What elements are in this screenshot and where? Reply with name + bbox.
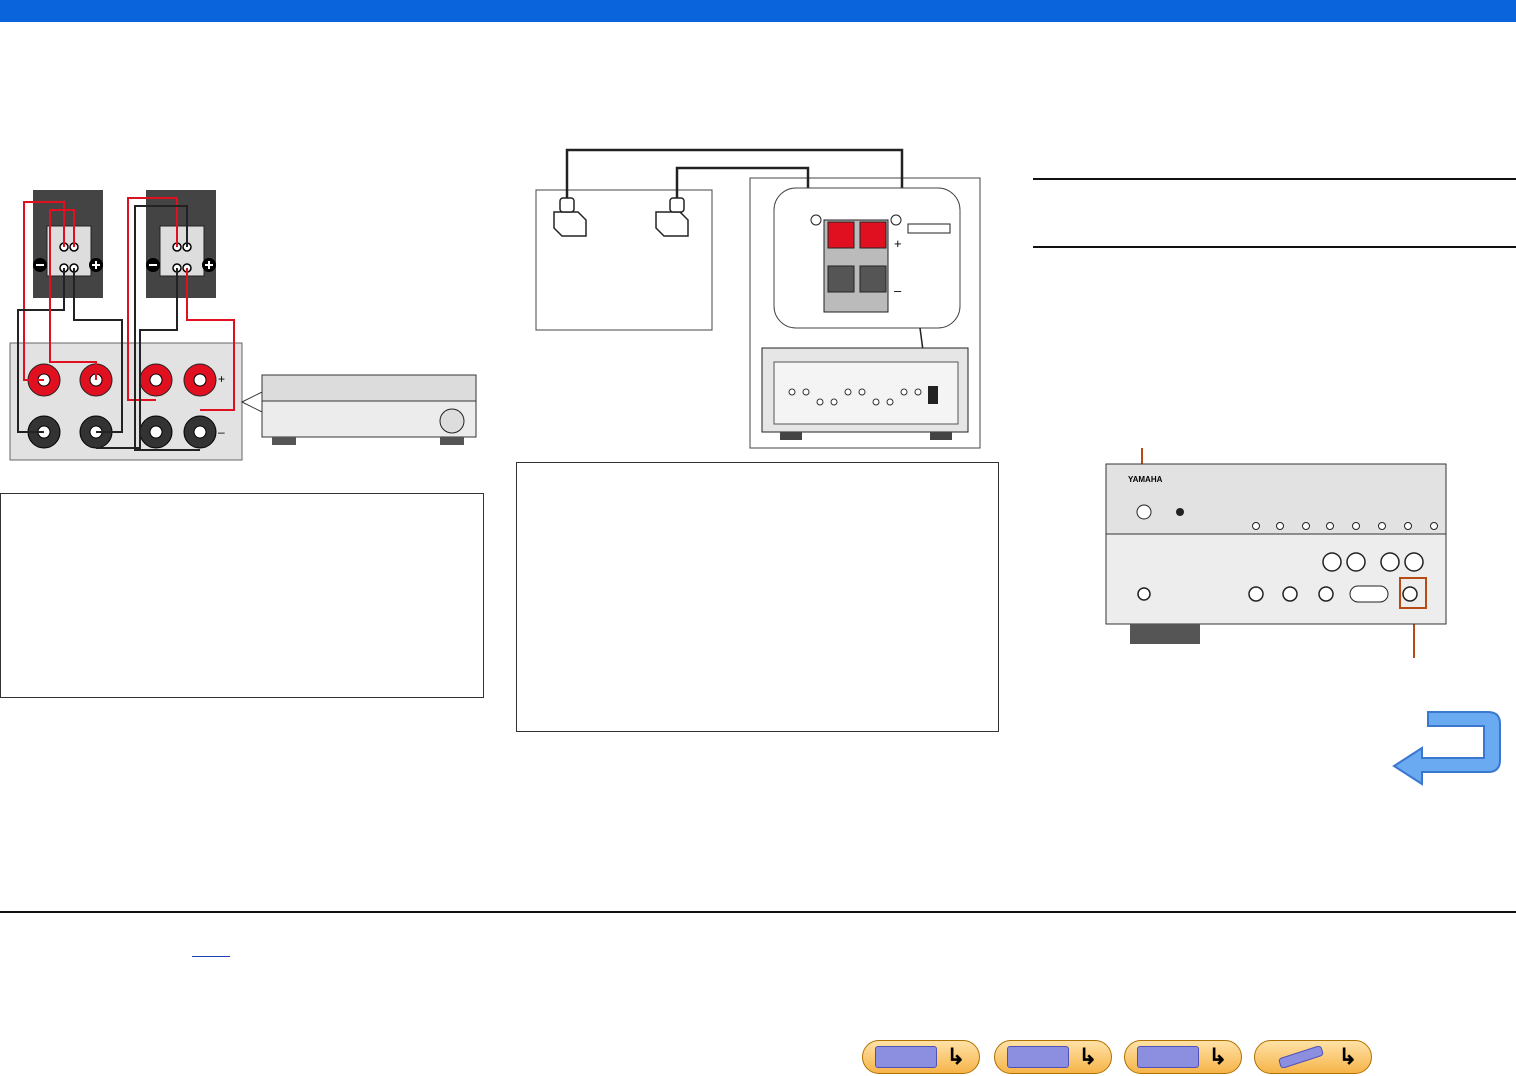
jump-arrow-icon: ↳	[1338, 1044, 1357, 1069]
jump-arrow-icon: ↳	[1078, 1044, 1097, 1069]
plus-sign: +	[894, 236, 902, 251]
brand-logo: YAMAHA	[1128, 475, 1163, 484]
jump-arrow-icon: ↳	[1208, 1044, 1227, 1069]
bi-amp-note-box	[0, 493, 484, 698]
jump-arrow-icon: ↳	[946, 1044, 965, 1069]
page-reference-link[interactable]	[192, 942, 230, 957]
table-bottom-rule	[1033, 246, 1516, 248]
display-icon	[1137, 1046, 1199, 1068]
plus-sign: +	[218, 372, 225, 386]
nav-remote-control-button[interactable]: ↳	[1254, 1040, 1372, 1074]
power-button	[1136, 504, 1152, 520]
footer-rule	[0, 911, 1516, 913]
panel-foot	[1130, 624, 1200, 644]
nav-rear-panel-button[interactable]: ↳	[994, 1040, 1112, 1074]
remote-control-icon	[1267, 1045, 1329, 1069]
return-arrow-icon[interactable]	[1392, 704, 1508, 788]
front-panel-icon	[875, 1046, 937, 1068]
zone-b-connection-diagram: + –	[535, 148, 981, 449]
nav-front-panel-button[interactable]: ↳	[862, 1040, 980, 1074]
front-panel-diagram: YAMAHA	[1105, 448, 1447, 658]
rear-panel-icon	[1007, 1046, 1069, 1068]
minus-sign: –	[894, 283, 902, 298]
bi-amp-connection-diagram: + –	[9, 190, 477, 461]
nav-display-button[interactable]: ↳	[1124, 1040, 1242, 1074]
minus-sign: –	[218, 425, 225, 439]
zone-b-note-box	[516, 462, 999, 732]
table-top-rule	[1033, 178, 1516, 180]
top-header-bar	[0, 0, 1516, 22]
